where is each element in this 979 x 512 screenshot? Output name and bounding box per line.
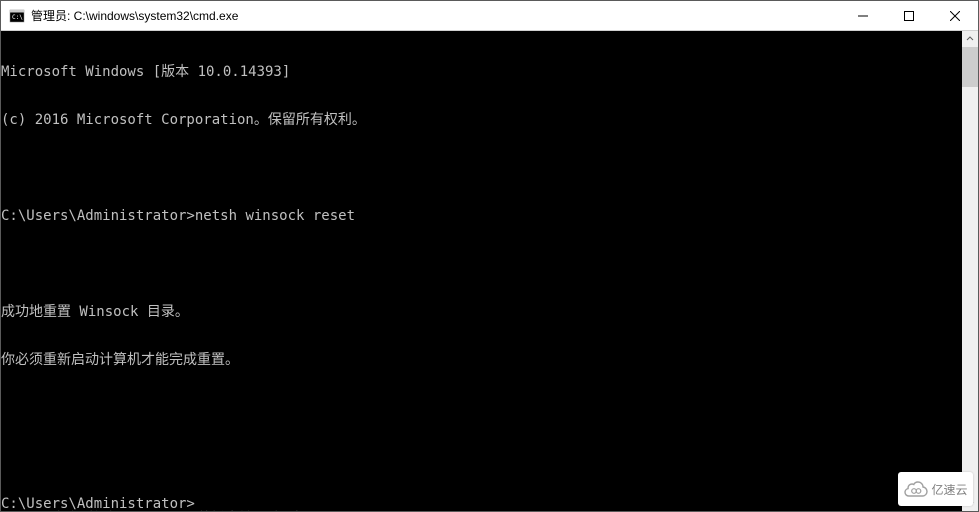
close-icon	[950, 11, 960, 21]
titlebar[interactable]: C:\ 管理员: C:\windows\system32\cmd.exe	[1, 1, 978, 31]
vertical-scrollbar[interactable]	[962, 31, 978, 511]
typed-command: netsh winsock reset	[195, 208, 355, 224]
window-controls	[840, 1, 978, 30]
minimize-button[interactable]	[840, 1, 886, 30]
chevron-up-icon	[966, 35, 974, 43]
terminal-area[interactable]: Microsoft Windows [版本 10.0.14393] (c) 20…	[1, 31, 978, 511]
terminal-output-line: Microsoft Windows [版本 10.0.14393]	[1, 64, 978, 80]
maximize-button[interactable]	[886, 1, 932, 30]
window-title: 管理员: C:\windows\system32\cmd.exe	[31, 7, 840, 24]
cmd-icon: C:\	[9, 8, 25, 24]
terminal-blank-line	[1, 160, 978, 176]
scrollbar-thumb[interactable]	[962, 47, 978, 87]
terminal-output-line: 你必须重新启动计算机才能完成重置。	[1, 352, 978, 368]
scroll-up-button[interactable]	[962, 31, 978, 47]
minimize-icon	[858, 11, 868, 21]
terminal-prompt-line: C:\Users\Administrator>netsh winsock res…	[1, 208, 978, 224]
prompt-path: C:\Users\Administrator>	[1, 208, 195, 224]
watermark-text: 亿速云	[931, 481, 967, 498]
close-button[interactable]	[932, 1, 978, 30]
terminal-output-line: 成功地重置 Winsock 目录。	[1, 304, 978, 320]
svg-text:C:\: C:\	[12, 14, 23, 21]
terminal-blank-line	[1, 448, 978, 464]
cmd-window: C:\ 管理员: C:\windows\system32\cmd.exe Mic…	[0, 0, 979, 512]
watermark-badge: 亿速云	[898, 472, 973, 506]
terminal-blank-line	[1, 400, 978, 416]
ime-status-bar: 中文(简体) - 2345王牌拼音输入法 全 :	[1, 495, 978, 511]
scrollbar-track[interactable]	[962, 47, 978, 495]
maximize-icon	[904, 11, 914, 21]
terminal-blank-line	[1, 256, 978, 272]
terminal-output-line: (c) 2016 Microsoft Corporation。保留所有权利。	[1, 112, 978, 128]
cloud-icon	[903, 479, 929, 499]
